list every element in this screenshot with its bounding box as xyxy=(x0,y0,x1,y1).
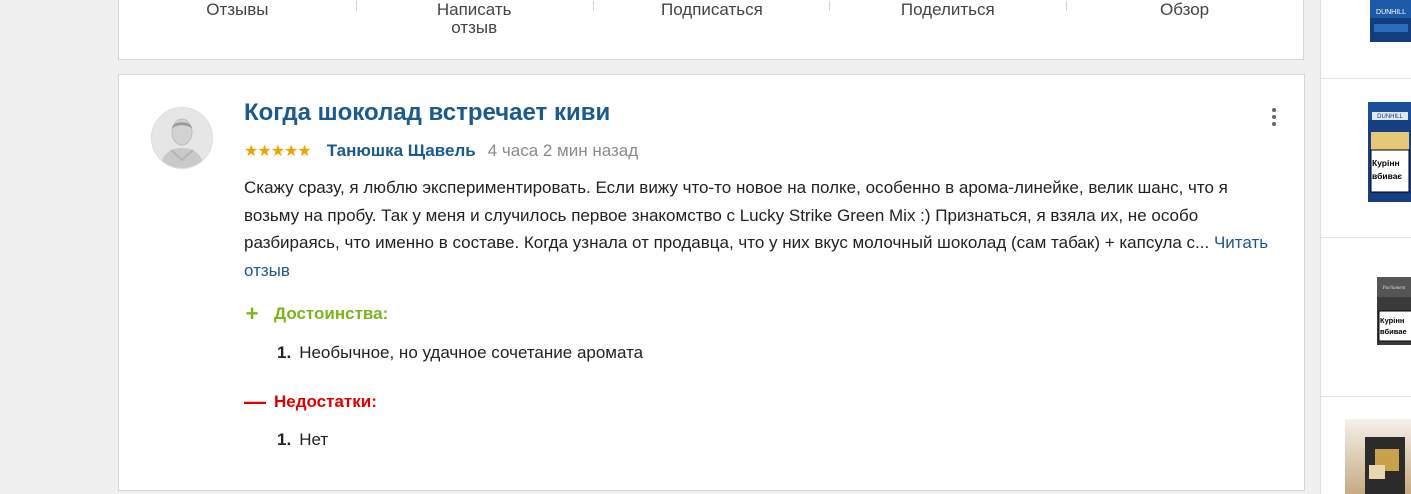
author-name[interactable]: Танюшка Щавель xyxy=(327,141,476,161)
subscribe-link[interactable]: Подписаться xyxy=(592,1,830,37)
product-card[interactable]: DUNHILL Курінн вбиває xyxy=(1321,78,1411,238)
pros-item-text: Необычное, но удачное сочетание аромата xyxy=(299,343,644,362)
review-card: Когда шоколад встречает киви ★★★★★ Танюш… xyxy=(118,74,1305,491)
cons-list-item: 1. Нет xyxy=(277,430,328,450)
health-warning-text: Курінн xyxy=(1380,316,1404,325)
product-card[interactable] xyxy=(1321,396,1411,494)
svg-text:вбивае: вбивае xyxy=(1380,327,1407,336)
product-image: Parliament Курінн вбивае xyxy=(1377,277,1411,345)
top-actions: Отзывы Написать отзыв Подписаться Подели… xyxy=(119,1,1303,37)
product-brand-text: DUNHILL xyxy=(1377,114,1403,120)
related-products-sidebar: DUNHILL DUNHILL Курінн вбиває Parliament… xyxy=(1320,0,1411,494)
product-brand-text: DUNHILL xyxy=(1376,9,1406,16)
review-actions-bar: Отзывы Написать отзыв Подписаться Подели… xyxy=(118,0,1304,60)
review-text: Скажу сразу, я люблю экспериментировать.… xyxy=(244,178,1228,252)
review-title[interactable]: Когда шоколад встречает киви xyxy=(244,99,610,127)
reviews-link[interactable]: Отзывы xyxy=(119,1,356,37)
cons-heading: — Недостатки: xyxy=(244,389,377,415)
product-card[interactable]: Parliament Курінн вбивае xyxy=(1321,237,1411,397)
pros-heading: + Достоинства: xyxy=(244,301,389,327)
product-image: DUNHILL Курінн вбиває xyxy=(1368,102,1411,202)
svg-text:вбиває: вбиває xyxy=(1372,171,1402,181)
product-image xyxy=(1345,419,1411,494)
more-options-icon[interactable] xyxy=(1266,108,1282,128)
plus-icon: + xyxy=(245,301,259,326)
product-image: DUNHILL xyxy=(1370,0,1411,42)
avatar[interactable] xyxy=(151,107,213,169)
share-link[interactable]: Поделиться xyxy=(829,1,1066,37)
review-time: 4 часа 2 мин назад xyxy=(487,141,639,160)
minus-icon: — xyxy=(244,389,266,414)
rating-stars-icon: ★★★★★ xyxy=(244,143,312,160)
user-silhouette-icon xyxy=(152,108,212,168)
review-body: Скажу сразу, я люблю экспериментировать.… xyxy=(244,174,1279,284)
review-meta: ★★★★★ Танюшка Щавель 4 часа 2 мин назад xyxy=(244,141,638,161)
pros-label: Достоинства: xyxy=(274,304,389,323)
cons-label: Недостатки: xyxy=(274,392,377,411)
product-card[interactable]: DUNHILL xyxy=(1321,0,1411,79)
pros-list-item: 1. Необычное, но удачное сочетание аромат… xyxy=(277,343,643,363)
health-warning-text: Курінн xyxy=(1372,158,1400,168)
cons-item-number: 1. xyxy=(277,430,292,449)
overview-link[interactable]: Обзор xyxy=(1066,1,1303,37)
cons-item-text: Нет xyxy=(299,430,329,449)
write-review-link[interactable]: Написать отзыв xyxy=(355,1,593,37)
svg-text:Parliament: Parliament xyxy=(1382,286,1406,291)
pros-item-number: 1. xyxy=(277,343,292,362)
